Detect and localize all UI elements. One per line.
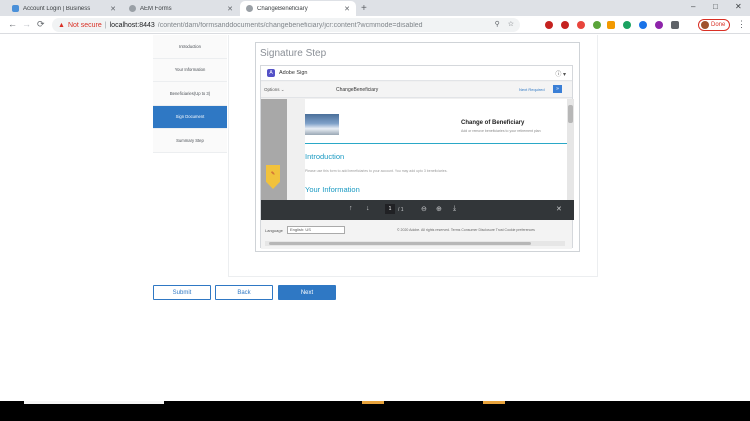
wizard-step-your-information[interactable]: Your Information [153, 58, 227, 82]
tab-favicon-icon [246, 5, 253, 12]
extension-icon[interactable] [561, 21, 569, 29]
next-required-arrow-icon[interactable]: » [553, 85, 562, 93]
maximize-icon[interactable]: □ [713, 2, 718, 11]
browser-menu-icon[interactable]: ⋮ [737, 19, 746, 30]
back-arrow-icon[interactable]: ← [8, 19, 17, 29]
not-secure-label[interactable]: Not secure [68, 22, 102, 29]
previous-page-icon[interactable]: ↑ [349, 205, 353, 212]
language-label: Language [265, 228, 283, 233]
document-banner-image [305, 114, 339, 135]
tab-account-login[interactable]: Account Login | Business ✕ [6, 1, 122, 16]
footer-links[interactable]: © 2020 Adobe. All rights reserved. Terms… [397, 228, 535, 232]
document-introduction-text: Please use this form to add beneficiarie… [305, 169, 448, 173]
avatar [701, 21, 709, 29]
pdf-toolbar: ↑ ↓ 1 / 1 ⊖ ⊕ ⤓ ✕ [261, 200, 574, 220]
zoom-search-icon[interactable]: ⚲ [495, 20, 500, 28]
tab-strip: Account Login | Business ✕ AEM Forms ✕ C… [0, 0, 750, 16]
url-path: /content/dam/formsanddocuments/changeben… [157, 21, 423, 29]
signature-flag-icon[interactable]: ✎ [266, 165, 280, 189]
document-subheading: Add or remove beneficiaries to your reti… [461, 129, 541, 133]
bookmark-star-icon[interactable]: ☆ [508, 20, 514, 28]
extension-icon[interactable] [593, 21, 601, 29]
horizontal-scrollbar[interactable] [265, 241, 565, 246]
signature-step-panel: Signature Step A Adobe Sign ⓘ ▾ Options … [255, 42, 580, 252]
document-name: ChangeBeneficiary [336, 87, 379, 93]
wizard-steps: Introduction Your Information Beneficiar… [153, 35, 227, 153]
options-menu[interactable]: Options ⌄ [264, 87, 285, 93]
adobe-sign-frame: A Adobe Sign ⓘ ▾ Options ⌄ ChangeBenefic… [260, 65, 574, 249]
next-required-link[interactable]: Next Required [519, 87, 545, 92]
zoom-in-icon[interactable]: ⊕ [436, 205, 442, 213]
window-close-icon[interactable]: ✕ [735, 2, 742, 11]
tab-close-icon[interactable]: ✕ [227, 5, 233, 13]
page-count: / 1 [398, 207, 404, 213]
tab-favicon-icon [129, 5, 136, 12]
tab-favicon-icon [12, 5, 19, 12]
adobe-sign-brand: Adobe Sign [279, 70, 308, 76]
signature-step-title: Signature Step [260, 48, 327, 59]
scroll-thumb[interactable] [269, 242, 531, 245]
browser-toolbar: ← → ⟳ ▲ Not secure | localhost:8443 /con… [0, 16, 750, 34]
document-divider [305, 143, 567, 144]
extension-icon[interactable] [671, 21, 679, 29]
adobe-sign-footer: Language English: US © 2020 Adobe. All r… [261, 220, 572, 249]
new-tab-button[interactable]: + [361, 3, 367, 14]
page-number-input[interactable]: 1 [385, 204, 395, 214]
tab-title: ChangeBeneficiary [257, 5, 308, 12]
wizard-step-introduction[interactable]: Introduction [153, 35, 227, 59]
tab-title: Account Login | Business [23, 5, 91, 12]
adobe-sign-logo-icon: A [267, 69, 275, 77]
address-bar[interactable]: ▲ Not secure | localhost:8443 /content/d… [52, 18, 520, 32]
language-select[interactable]: English: US [287, 226, 345, 234]
tab-close-icon[interactable]: ✕ [110, 5, 116, 13]
taskbar-indicator [483, 401, 505, 404]
document-introduction-heading: Introduction [305, 152, 345, 161]
submit-button[interactable]: Submit [153, 285, 211, 300]
taskbar-indicator [362, 401, 384, 404]
tab-changebeneficiary[interactable]: ChangeBeneficiary ✕ [240, 1, 356, 16]
next-page-icon[interactable]: ↓ [366, 205, 370, 212]
extension-icon[interactable] [577, 21, 585, 29]
reload-icon[interactable]: ⟳ [37, 19, 45, 30]
wizard-step-summary[interactable]: Summary Step [153, 129, 227, 153]
page-content: Introduction Your Information Beneficiar… [0, 35, 750, 401]
download-icon[interactable]: ⤓ [453, 205, 456, 213]
document-gutter: ✎ [261, 99, 287, 200]
warning-icon: ▲ [58, 21, 65, 29]
extension-icon[interactable] [639, 21, 647, 29]
pen-icon: ✎ [270, 171, 276, 177]
tab-title: AEM Forms [140, 5, 172, 12]
document-your-information-heading: Your Information [305, 185, 360, 194]
taskbar [0, 401, 750, 421]
tab-aem-forms[interactable]: AEM Forms ✕ [123, 1, 239, 16]
profile-label: Done [711, 22, 726, 28]
extension-icon[interactable] [623, 21, 631, 29]
profile-button[interactable]: Done [698, 19, 730, 31]
url-separator: | [104, 21, 107, 29]
adobe-sign-toolbar: Options ⌄ ChangeBeneficiary Next Require… [261, 82, 572, 98]
document-vertical-scrollbar[interactable] [567, 99, 574, 200]
taskbar-indicator [24, 401, 164, 404]
back-button[interactable]: Back [215, 285, 273, 300]
zoom-out-icon[interactable]: ⊖ [421, 205, 427, 213]
extension-icon[interactable] [607, 21, 615, 29]
help-icon[interactable]: ⓘ ▾ [555, 69, 566, 78]
adobe-sign-header: A Adobe Sign ⓘ ▾ [261, 66, 572, 81]
wizard-step-beneficiaries[interactable]: Beneficiaries(Up to 3) [153, 82, 227, 106]
minimize-icon[interactable]: – [691, 2, 695, 11]
close-toolbar-icon[interactable]: ✕ [556, 205, 562, 213]
url-host: localhost:8443 [109, 21, 155, 29]
next-button[interactable]: Next [278, 285, 336, 300]
document-heading: Change of Beneficiary [461, 120, 525, 126]
document-page: Change of Beneficiary Add or remove bene… [305, 99, 567, 200]
tab-close-icon[interactable]: ✕ [344, 5, 350, 13]
wizard-step-sign-document[interactable]: Sign Document [153, 105, 227, 129]
forward-arrow-icon[interactable]: → [22, 19, 31, 29]
extension-icon[interactable] [545, 21, 553, 29]
extension-icon[interactable] [655, 21, 663, 29]
scroll-thumb[interactable] [568, 105, 573, 123]
